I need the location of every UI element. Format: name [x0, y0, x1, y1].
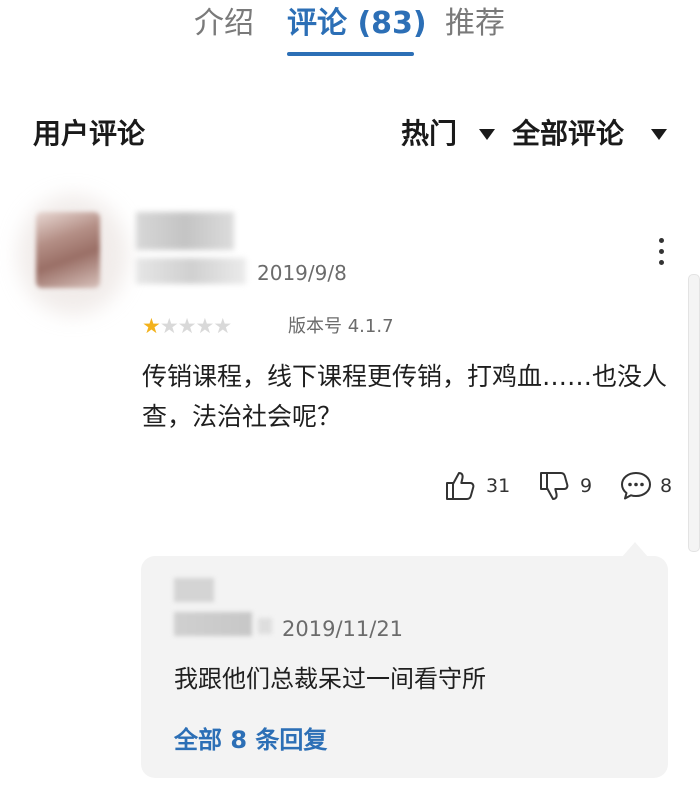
all-replies-link[interactable]: 全部 8 条回复 — [174, 723, 327, 757]
tab-reviews[interactable]: 评论 (83) — [287, 4, 427, 44]
reply-username-redacted — [174, 578, 214, 602]
username-redacted — [136, 212, 234, 250]
star-icon: ★ — [159, 314, 179, 338]
dislike-count: 9 — [580, 475, 593, 497]
reply-text: 我跟他们总裁呆过一间看守所 — [174, 665, 486, 693]
reply-username-redacted-tail — [258, 618, 272, 634]
star-icon: ★ — [213, 314, 232, 338]
tab-recommend[interactable]: 推荐 — [445, 4, 505, 44]
app-version: 版本号 4.1.7 — [288, 316, 394, 337]
tab-bar: 介绍 评论 (83) 推荐 — [0, 0, 700, 62]
like-count: 31 — [486, 475, 511, 497]
tab-intro[interactable]: 介绍 — [194, 4, 254, 44]
comment-icon — [621, 472, 651, 500]
more-vertical-icon[interactable] — [652, 236, 672, 268]
reply-pointer — [622, 542, 648, 557]
reply-date: 2019/11/21 — [282, 617, 404, 641]
reply-count: 8 — [660, 475, 673, 497]
username-redacted-secondary — [136, 258, 246, 284]
star-icon: ★ — [142, 314, 161, 338]
dislike-button[interactable]: 9 — [538, 469, 592, 503]
review-date: 2019/9/8 — [257, 261, 347, 285]
caret-down-icon[interactable] — [479, 129, 495, 140]
thumbs-down-icon — [540, 472, 569, 500]
star-icon: ★ — [195, 314, 214, 338]
reply-button[interactable]: 8 — [620, 469, 672, 503]
star-rating: ★★★★★ — [142, 314, 232, 338]
sort-dropdown[interactable]: 热门 — [401, 114, 457, 154]
thumbs-up-icon — [446, 472, 475, 500]
caret-down-icon[interactable] — [651, 129, 667, 140]
like-button[interactable]: 31 — [444, 469, 510, 503]
avatar[interactable] — [36, 212, 100, 288]
star-icon: ★ — [177, 314, 197, 338]
section-title: 用户评论 — [33, 117, 146, 150]
review-text: 传销课程，线下课程更传销，打鸡血……也没人查，法治社会呢？ — [142, 362, 668, 431]
reply-username-redacted-secondary — [174, 612, 252, 636]
scope-dropdown[interactable]: 全部评论 — [512, 114, 624, 154]
active-tab-indicator — [287, 52, 414, 56]
scrollbar[interactable] — [688, 274, 700, 552]
